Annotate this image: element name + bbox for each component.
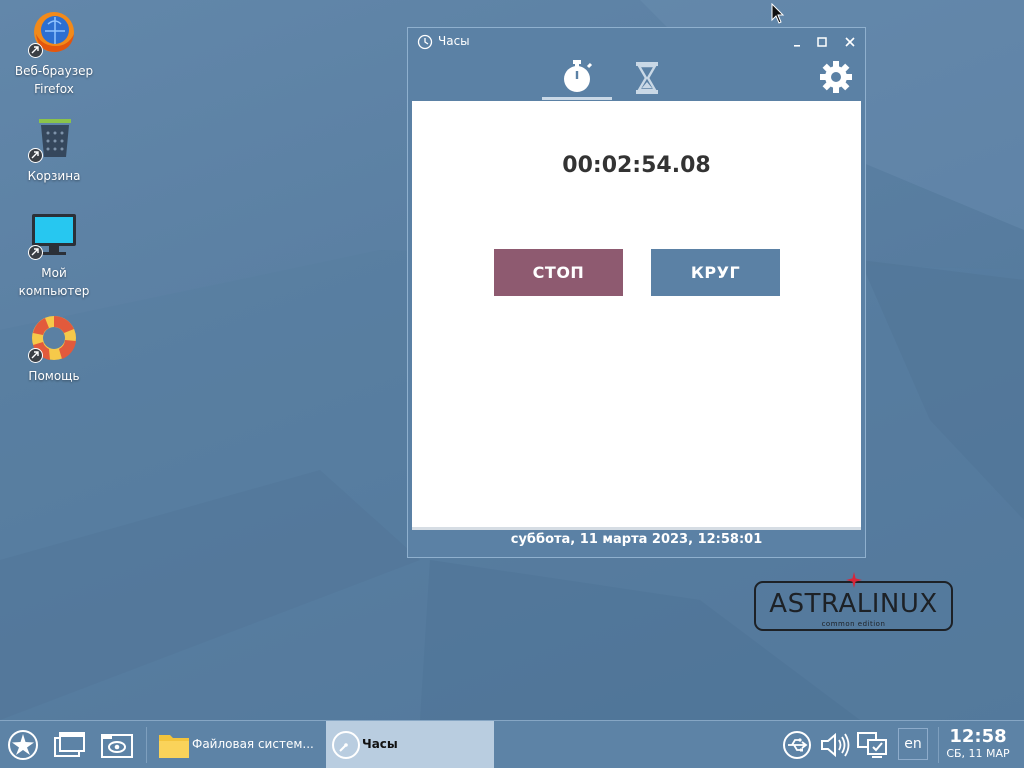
desktop-icon-label: Помощь	[28, 369, 80, 383]
maximize-button[interactable]	[814, 34, 830, 50]
desktop-view-button[interactable]	[100, 729, 134, 761]
usb-icon[interactable]	[780, 729, 814, 761]
help-lifebuoy-icon	[28, 313, 80, 365]
shortcut-arrow-icon	[28, 245, 43, 260]
stopwatch-panel: 00:02:54.08 СТОП КРУГ	[412, 101, 861, 530]
hourglass-icon	[636, 62, 658, 94]
tab-timer[interactable]	[612, 58, 682, 100]
shortcut-arrow-icon	[28, 43, 43, 58]
tray-clock-time[interactable]: 12:58	[944, 728, 1012, 746]
tab-stopwatch[interactable]	[542, 58, 612, 100]
desktop-icon-trash[interactable]: Корзина	[4, 113, 104, 185]
shortcut-arrow-icon	[28, 148, 43, 163]
shortcut-arrow-icon	[28, 348, 43, 363]
desktop-icon-my-computer[interactable]: Мой компьютер	[4, 210, 104, 300]
stopwatch-icon	[564, 60, 593, 92]
task-label: Файловая систем...	[192, 737, 314, 751]
keyboard-layout-button[interactable]: en	[898, 728, 928, 760]
computer-icon	[28, 210, 80, 262]
window-titlebar[interactable]: Часы	[408, 28, 865, 56]
desktop: Веб-браузер Firefox Корзина Мой компьюте…	[0, 0, 1024, 720]
trash-icon	[28, 113, 80, 165]
desktop-icon-label: Мой компьютер	[18, 266, 90, 298]
task-clock[interactable]: Часы	[326, 721, 494, 768]
clock-icon	[332, 731, 360, 759]
show-windows-button[interactable]	[52, 729, 86, 761]
folder-icon	[159, 735, 189, 758]
start-menu-button[interactable]	[6, 729, 40, 761]
task-file-manager[interactable]: Файловая систем...	[152, 721, 322, 768]
mouse-cursor-icon	[771, 3, 785, 24]
clock-window: Часы 00:02:54.08 СТОП КРУГ суббота, 11 м…	[407, 27, 866, 558]
taskbar-separator	[938, 727, 939, 763]
astra-linux-logo: ASTRALINUX common edition	[754, 572, 953, 631]
desktop-icon-label: Веб-браузер Firefox	[14, 64, 94, 96]
star-icon	[846, 572, 862, 588]
minimize-button[interactable]	[789, 34, 805, 50]
current-datetime: суббота, 11 марта 2023, 12:58:01	[510, 532, 763, 547]
close-button[interactable]	[842, 34, 858, 50]
lap-button[interactable]: КРУГ	[651, 249, 780, 296]
window-title: Часы	[438, 34, 470, 48]
clock-app-icon	[417, 34, 433, 50]
active-tab-indicator	[542, 97, 612, 100]
tray-clock-date[interactable]: СБ, 11 МАР	[944, 747, 1012, 761]
elapsed-time: 00:02:54.08	[562, 153, 711, 178]
task-label: Часы	[362, 737, 398, 751]
desktop-icon-help[interactable]: Помощь	[4, 313, 104, 385]
settings-gear-button[interactable]	[818, 59, 854, 95]
stop-button[interactable]: СТОП	[494, 249, 623, 296]
desktop-icon-firefox[interactable]: Веб-браузер Firefox	[4, 8, 104, 98]
taskbar: Файловая систем... Часы en 12:58 СБ, 11 …	[0, 720, 1024, 768]
logo-wordmark: ASTRALINUX	[769, 589, 938, 619]
firefox-icon	[28, 8, 80, 60]
volume-icon[interactable]	[818, 729, 852, 761]
logo-subtitle: common edition	[821, 620, 886, 628]
network-icon[interactable]	[856, 729, 890, 761]
taskbar-separator	[146, 727, 147, 763]
desktop-icon-label: Корзина	[27, 169, 81, 183]
